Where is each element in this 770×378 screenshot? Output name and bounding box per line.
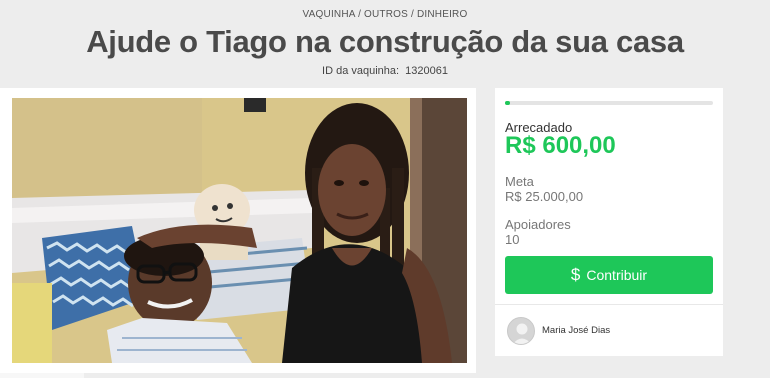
campaign-photo[interactable] <box>12 98 467 363</box>
campaign-photo-illustration <box>12 98 467 363</box>
breadcrumb: VAQUINHA / OUTROS / DINHEIRO <box>0 9 770 20</box>
page-title: Ajude o Tiago na construção da sua casa <box>86 24 684 59</box>
breadcrumb-outros[interactable]: OUTROS <box>364 9 408 20</box>
contribute-button-label: Contribuir <box>586 267 648 283</box>
goal-value: R$ 25.000,00 <box>505 189 584 204</box>
supporters-value: 10 <box>505 232 520 247</box>
vaquinha-id-value: 1320061 <box>405 65 448 77</box>
progress-bar-fill <box>505 101 510 105</box>
user-silhouette-icon <box>512 323 532 344</box>
contribute-button[interactable]: $ Contribuir <box>505 256 713 294</box>
vaquinha-id-label: ID da vaquinha: <box>322 65 400 77</box>
vaquinha-id: ID da vaquinha: 1320061 <box>0 65 770 77</box>
supporters-label: Apoiadores <box>505 217 571 232</box>
owner-name[interactable]: Maria José Dias <box>542 325 610 336</box>
dollar-icon: $ <box>570 265 581 284</box>
goal-label: Meta <box>505 174 534 189</box>
user-avatar-icon[interactable] <box>507 317 535 345</box>
breadcrumb-vaquinha[interactable]: VAQUINHA <box>303 9 356 20</box>
progress-bar <box>505 101 713 105</box>
breadcrumb-separator: / <box>408 9 417 20</box>
campaign-photo-card <box>0 88 476 373</box>
campaign-summary-card: Arrecadado R$ 600,00 Meta R$ 25.000,00 A… <box>495 88 723 356</box>
footer-strip <box>0 373 84 378</box>
divider <box>495 304 723 305</box>
breadcrumb-dinheiro[interactable]: DINHEIRO <box>417 9 468 20</box>
raised-value: R$ 600,00 <box>505 132 616 159</box>
breadcrumb-separator: / <box>355 9 365 20</box>
